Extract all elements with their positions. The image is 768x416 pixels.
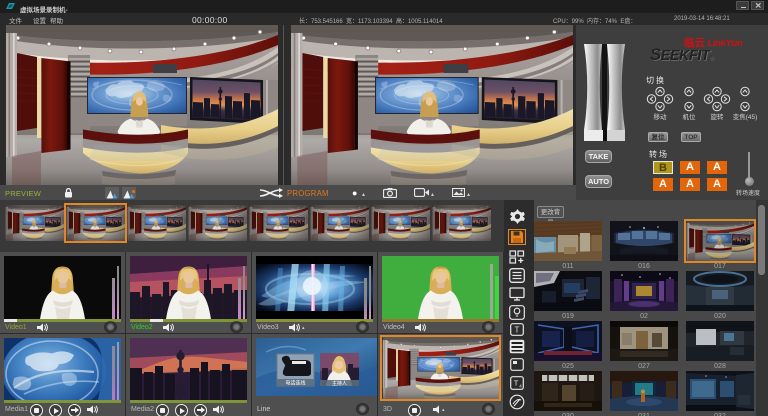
svg-text:旋转: 旋转	[711, 112, 725, 121]
svg-text:4: 4	[519, 384, 522, 389]
svg-text:移动: 移动	[654, 112, 668, 121]
svg-text:T: T	[514, 379, 519, 388]
svg-text:机位: 机位	[683, 112, 697, 121]
svg-text:变焦(45): 变焦(45)	[733, 112, 758, 121]
svg-text:T: T	[515, 326, 520, 335]
